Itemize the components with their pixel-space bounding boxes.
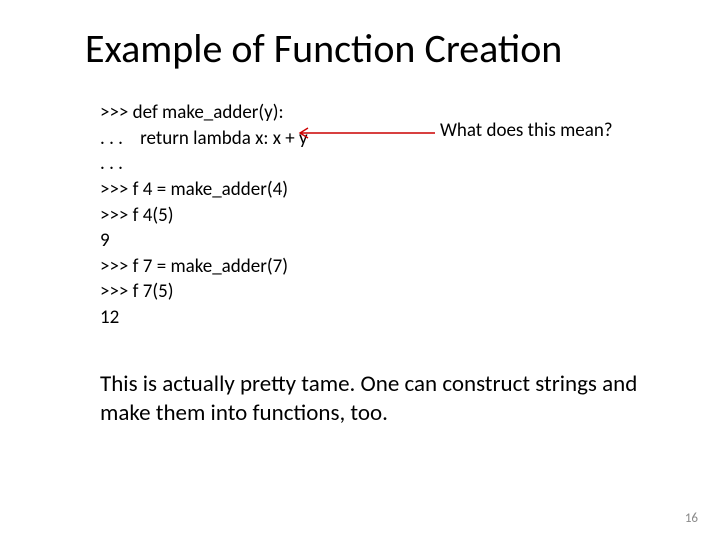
code-line: 12 bbox=[100, 306, 119, 329]
code-line: >>> f 4(5) bbox=[100, 204, 174, 227]
code-block: >>> def make_adder(y): . . . return lamb… bbox=[100, 100, 308, 331]
code-line: >>> def make_adder(y): bbox=[100, 101, 284, 124]
body-text: This is actually pretty tame. One can co… bbox=[100, 370, 640, 428]
code-line: . . . bbox=[100, 152, 123, 175]
arrow-icon bbox=[290, 126, 435, 140]
code-line: . . . return lambda x: x + y bbox=[100, 127, 308, 150]
annotation-text: What does this mean? bbox=[440, 119, 613, 142]
slide-title: Example of Function Creation bbox=[85, 24, 562, 73]
code-line: 9 bbox=[100, 229, 110, 252]
page-number: 16 bbox=[685, 511, 698, 526]
code-line: >>> f 7 = make_adder(7) bbox=[100, 255, 288, 278]
code-line: >>> f 4 = make_adder(4) bbox=[100, 178, 288, 201]
slide: Example of Function Creation >>> def mak… bbox=[0, 0, 720, 540]
code-line: >>> f 7(5) bbox=[100, 280, 174, 303]
